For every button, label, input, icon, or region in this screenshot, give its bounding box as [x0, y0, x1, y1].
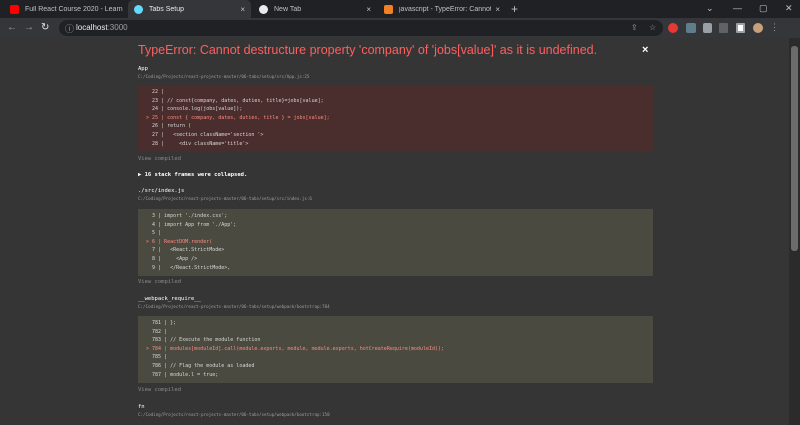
code-line: 3 | import './index.css'; [146, 213, 228, 219]
url-text: localhost:3000 [76, 23, 128, 32]
view-compiled-link[interactable]: View compiled [138, 279, 181, 285]
collapsed-frames-toggle[interactable]: ▶ 16 stack frames were collapsed. [138, 172, 247, 178]
code-line: 787 | module.l = true; [146, 371, 219, 378]
puzzle-icon[interactable] [703, 23, 712, 33]
code-line: 8 | <App /> [146, 255, 198, 262]
forward-icon[interactable]: → [24, 21, 34, 35]
stack-frame-name[interactable]: __webpack_require__ [138, 296, 201, 302]
close-icon[interactable]: × [366, 5, 371, 14]
code-line-highlighted: > 784 | modules[moduleId].call(module.ex… [146, 345, 445, 352]
react-icon [134, 4, 143, 14]
info-icon[interactable]: ⓘ [65, 22, 74, 35]
youtube-icon [10, 4, 19, 14]
tab-title: New Tab [274, 5, 302, 13]
code-line: 9 | </React.StrictMode>, [146, 264, 231, 271]
code-line: 5 | [146, 230, 162, 237]
view-compiled-link[interactable]: View compiled [138, 387, 181, 393]
back-icon[interactable]: ← [7, 21, 17, 35]
sidebar-icon[interactable] [736, 23, 745, 33]
tab-youtube[interactable]: Full React Course 2020 - Learn Fu × [4, 0, 139, 18]
close-icon[interactable]: × [240, 5, 245, 14]
error-title: TypeError: Cannot destructure property '… [138, 43, 598, 57]
extension-icon[interactable] [686, 23, 696, 33]
code-line-highlighted: > 25 | const { company, dates, duties, t… [146, 114, 330, 121]
stack-frame-name[interactable]: App [138, 66, 148, 72]
code-line: 28 | <div className='title'> [146, 140, 249, 147]
stack-frame-name[interactable]: ./src/index.js [138, 188, 184, 194]
tab-title: Full React Course 2020 - Learn Fu [25, 5, 125, 13]
close-window-button[interactable]: ✕ [785, 3, 793, 14]
code-line-highlighted: > 6 | ReactDOM.render( [146, 238, 213, 245]
tab-new-tab[interactable]: New Tab × [253, 0, 377, 18]
code-line: 4 | import App from './App'; [146, 221, 237, 228]
code-line: 27 | <section className='section '> [146, 131, 264, 138]
media-icon[interactable] [719, 23, 728, 33]
avatar[interactable] [753, 23, 763, 33]
error-overlay: TypeError: Cannot destructure property '… [0, 38, 800, 425]
scrollbar-thumb[interactable] [791, 46, 798, 251]
code-line: 24 | console.log(jobs[value]); [146, 106, 243, 113]
browser-toolbar: ← → ↻ ⓘ localhost:3000 ⇪ ☆ ⋮ [0, 18, 800, 38]
code-line: 781 | }; [146, 320, 177, 326]
scrollbar[interactable] [789, 38, 800, 425]
reload-icon[interactable]: ↻ [41, 21, 49, 35]
share-icon[interactable]: ⇪ [631, 23, 638, 32]
close-overlay-button[interactable]: × [642, 44, 648, 56]
address-bar[interactable]: ⓘ localhost:3000 ⇪ ☆ [59, 20, 663, 36]
code-line: 22 | [146, 89, 165, 95]
minimize-button[interactable]: — [733, 3, 742, 13]
tab-strip: Full React Course 2020 - Learn Fu × Tabs… [0, 0, 800, 18]
menu-icon[interactable]: ⋮ [770, 20, 779, 34]
stackoverflow-icon [384, 4, 393, 14]
code-line: 26 | return ( [146, 123, 192, 130]
tab-tabs-setup[interactable]: Tabs Setup × [128, 0, 251, 18]
tab-stackoverflow[interactable]: javascript - TypeError: Cannot de × [378, 0, 506, 18]
new-tab-button[interactable]: + [511, 2, 518, 16]
code-line: 785 | [146, 354, 168, 361]
code-line: 782 | [146, 328, 168, 335]
code-line: 786 | // Flag the module as loaded [146, 362, 255, 369]
code-snippet: 22 | 23 | // const{company, dates, dutie… [138, 85, 653, 152]
stack-frame-path[interactable]: C:/Coding/Projects/react-projects-master… [138, 74, 309, 79]
stack-frame-path[interactable]: C:/Coding/Projects/react-projects-master… [138, 304, 330, 309]
chrome-icon [259, 4, 268, 14]
tab-title: Tabs Setup [149, 5, 185, 13]
star-icon[interactable]: ☆ [649, 23, 656, 32]
code-line: 783 | // Execute the module function [146, 337, 261, 344]
stack-frame-name[interactable]: fn [138, 404, 145, 410]
code-line: 23 | // const{company, dates, duties, ti… [146, 97, 324, 104]
code-snippet: 781 | }; 782 | 783 | // Execute the modu… [138, 316, 653, 383]
stack-frame-path[interactable]: C:/Coding/Projects/react-projects-master… [138, 412, 330, 417]
stack-frame-path[interactable]: C:/Coding/Projects/react-projects-master… [138, 196, 312, 201]
tab-search-icon[interactable]: ⌄ [706, 3, 714, 14]
view-compiled-link[interactable]: View compiled [138, 156, 181, 162]
extension-icon[interactable] [668, 23, 678, 33]
tab-title: javascript - TypeError: Cannot de [399, 5, 492, 13]
close-icon[interactable]: × [495, 5, 500, 14]
code-snippet: 3 | import './index.css'; 4 | import App… [138, 209, 653, 276]
maximize-button[interactable]: ▢ [759, 3, 768, 14]
code-line: 7 | <React.StrictMode> [146, 247, 225, 254]
